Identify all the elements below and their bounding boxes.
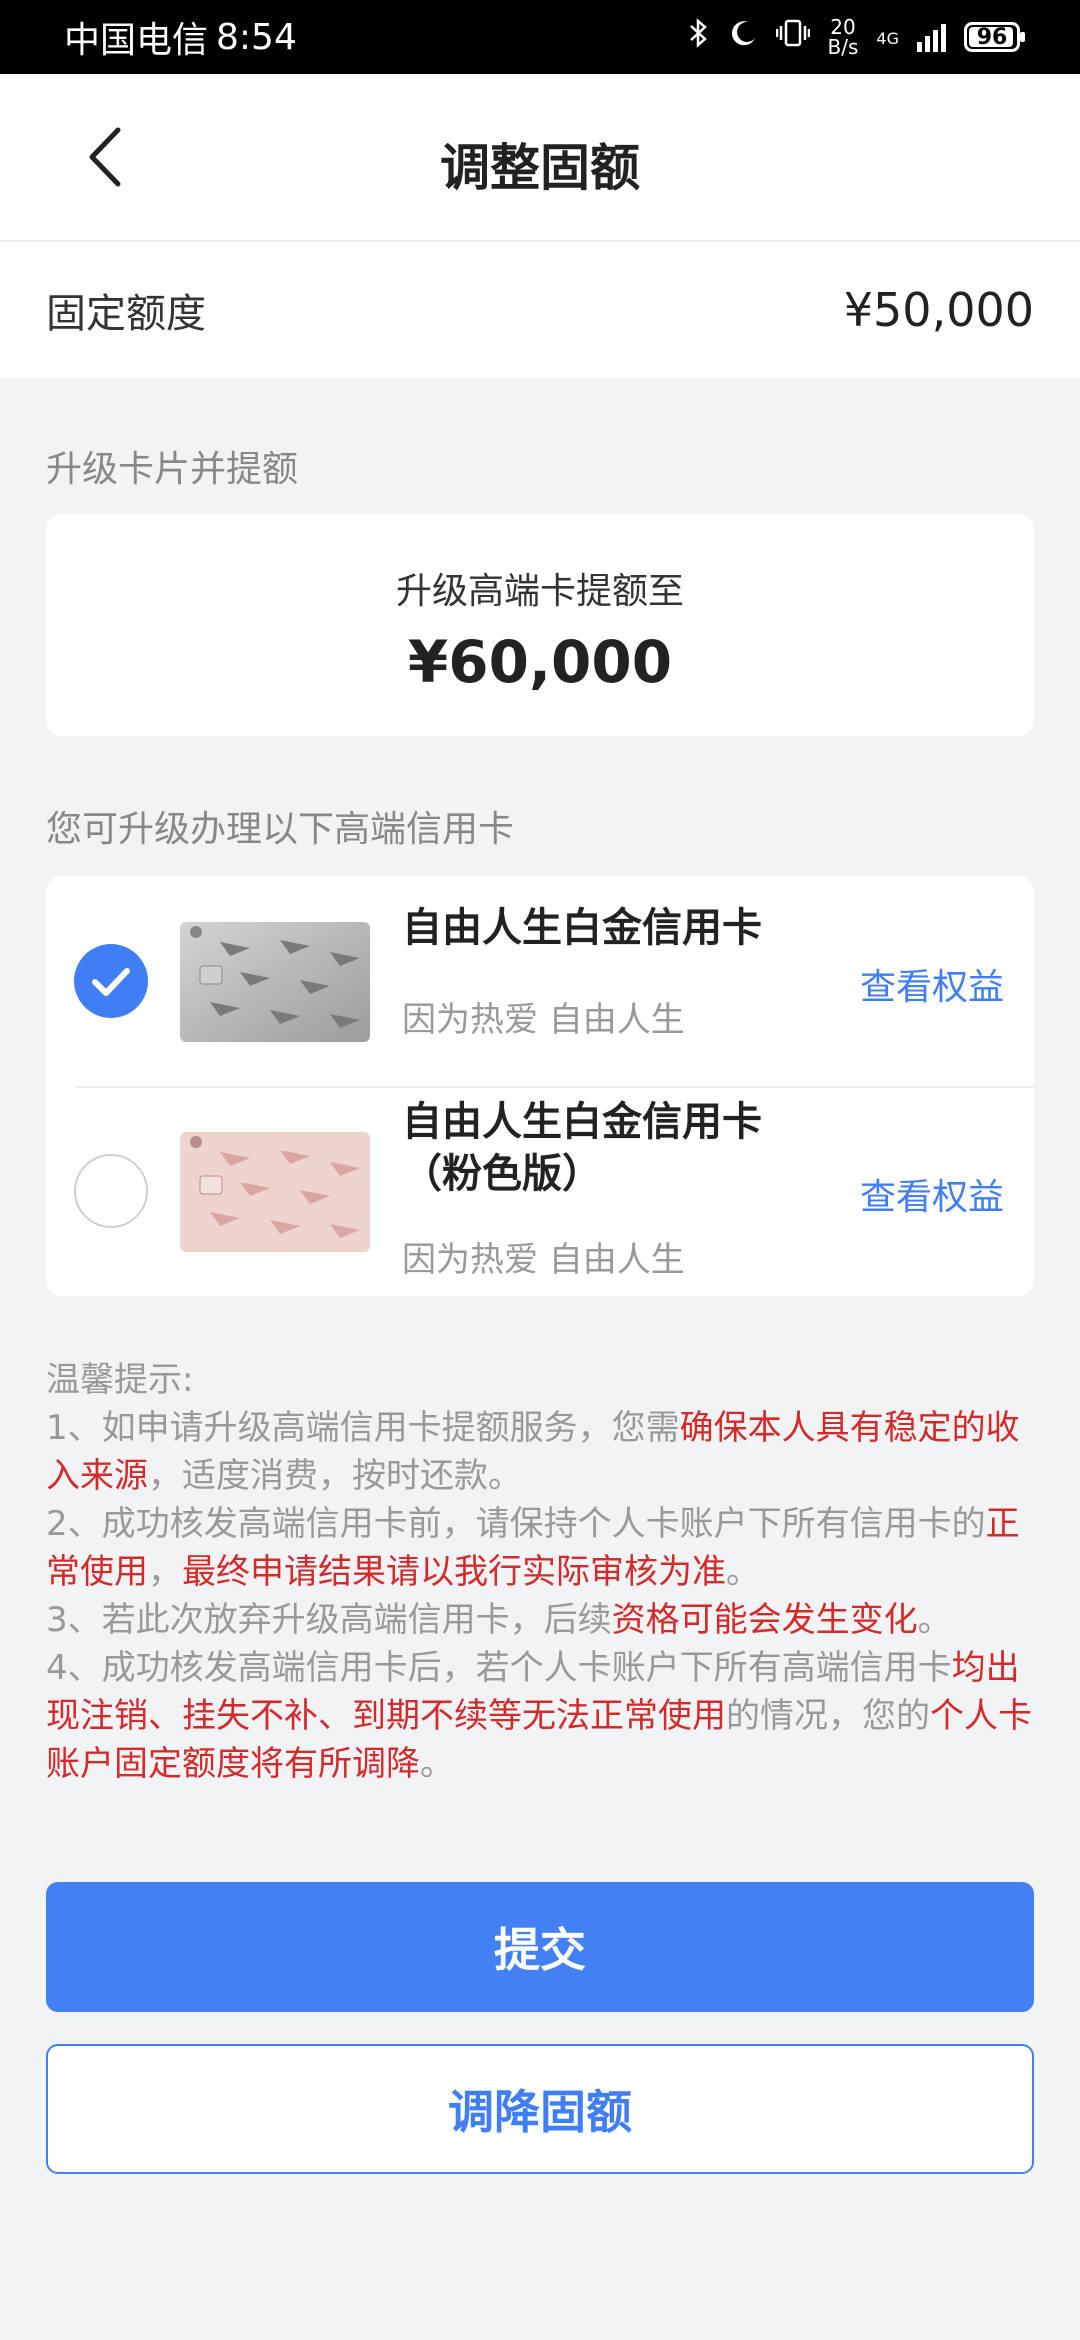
- status-left: 中国电信 8:54: [64, 11, 297, 63]
- battery-icon: 96: [964, 22, 1025, 52]
- card-tagline: 因为热爱 自由人生: [402, 1000, 685, 1040]
- tip-highlight: 最终申请结果请以我行实际审核为准: [182, 1552, 726, 1592]
- upgrade-section-label: 升级卡片并提额: [46, 449, 299, 490]
- tip-text: ，适度消费，按时还款。: [148, 1456, 522, 1496]
- card-name: 自由人生白金信用卡 （粉色版）: [402, 1096, 762, 1200]
- view-benefits-link[interactable]: 查看权益: [860, 958, 1004, 1010]
- radio-unselected[interactable]: [74, 1154, 148, 1228]
- tip-text: 。: [917, 1600, 952, 1640]
- fixed-limit-value: ¥50,000: [843, 283, 1034, 337]
- net-type: 4G: [876, 29, 899, 48]
- signal-icon: [917, 22, 946, 52]
- submit-button[interactable]: 提交: [46, 1882, 1034, 2012]
- net-speed: 20 B/s: [828, 17, 859, 57]
- battery-level: 96: [976, 24, 1008, 50]
- card-option-platinum[interactable]: 自由人生白金信用卡 因为热爱 自由人生 查看权益: [46, 876, 1034, 1086]
- bluetooth-icon: [688, 17, 710, 57]
- card-image-platinum-pink: [180, 1132, 370, 1252]
- tip-2: 2、成功核发高端信用卡前，请保持个人卡账户下所有信用卡的正常使用，最终申请结果请…: [46, 1500, 1034, 1596]
- carrier-label: 中国电信: [64, 20, 209, 61]
- tip-text: 1、如申请升级高端信用卡提额服务，您需: [46, 1408, 680, 1448]
- view-benefits-link[interactable]: 查看权益: [860, 1168, 1004, 1220]
- tip-highlight: 资格可能会发生变化: [611, 1600, 918, 1640]
- reduce-limit-button[interactable]: 调降固额: [46, 2044, 1034, 2174]
- upgrade-amount: ¥60,000: [407, 628, 673, 696]
- card-tagline: 因为热爱 自由人生: [402, 1240, 685, 1280]
- status-right: 20 B/s 4G 96: [688, 17, 1025, 57]
- nav-bar: 调整固额: [0, 74, 1080, 242]
- tip-text: 3、若此次放弃升级高端信用卡，后续: [46, 1600, 612, 1640]
- tip-text: 。: [726, 1552, 760, 1592]
- card-name: 自由人生白金信用卡: [402, 905, 762, 951]
- fixed-limit-label: 固定额度: [46, 291, 206, 337]
- card-name-line1: 自由人生白金信用卡: [402, 1099, 762, 1145]
- upgrade-subtitle: 升级高端卡提额至: [395, 571, 684, 612]
- moon-icon: [728, 18, 758, 56]
- page-title: 调整固额: [440, 139, 640, 197]
- tip-text: 的情况，您的: [726, 1696, 930, 1736]
- vibrate-icon: [775, 18, 810, 56]
- tip-text: ，: [148, 1552, 182, 1592]
- clock: 8:54: [216, 16, 297, 58]
- cards-section-label: 您可升级办理以下高端信用卡: [46, 809, 515, 850]
- card-image-platinum: [180, 922, 370, 1042]
- upgrade-summary-card: 升级高端卡提额至 ¥60,000: [46, 514, 1034, 736]
- status-bar: 中国电信 8:54 20 B/s 4G 96: [0, 0, 1080, 74]
- checkmark-icon: [92, 968, 130, 996]
- tip-4: 4、成功核发高端信用卡后，若个人卡账户下所有高端信用卡均出现注销、挂失不补、到期…: [46, 1644, 1034, 1788]
- tips-section: 温馨提示: 1、如申请升级高端信用卡提额服务，您需确保本人具有稳定的收入来源，适…: [46, 1356, 1034, 1788]
- fixed-limit-row: 固定额度 ¥50,000: [0, 242, 1080, 378]
- tip-text: 4、成功核发高端信用卡后，若个人卡账户下所有高端信用卡: [46, 1648, 952, 1688]
- net-speed-value: 20: [830, 15, 856, 39]
- net-speed-unit: B/s: [827, 35, 859, 59]
- card-name-line2: （粉色版）: [402, 1151, 602, 1197]
- tip-text: 2、成功核发高端信用卡前，请保持个人卡账户下所有信用卡的: [46, 1504, 986, 1544]
- tip-text: 。: [420, 1744, 454, 1784]
- tips-title: 温馨提示:: [46, 1360, 194, 1400]
- tip-1: 1、如申请升级高端信用卡提额服务，您需确保本人具有稳定的收入来源，适度消费，按时…: [46, 1404, 1034, 1500]
- radio-selected[interactable]: [74, 944, 148, 1018]
- tip-3: 3、若此次放弃升级高端信用卡，后续资格可能会发生变化。: [46, 1596, 1034, 1644]
- card-options-list: 自由人生白金信用卡 因为热爱 自由人生 查看权益 自由人生白金信用卡 （粉色版）…: [46, 876, 1034, 1296]
- card-option-platinum-pink[interactable]: 自由人生白金信用卡 （粉色版） 因为热爱 自由人生 查看权益: [46, 1086, 1034, 1296]
